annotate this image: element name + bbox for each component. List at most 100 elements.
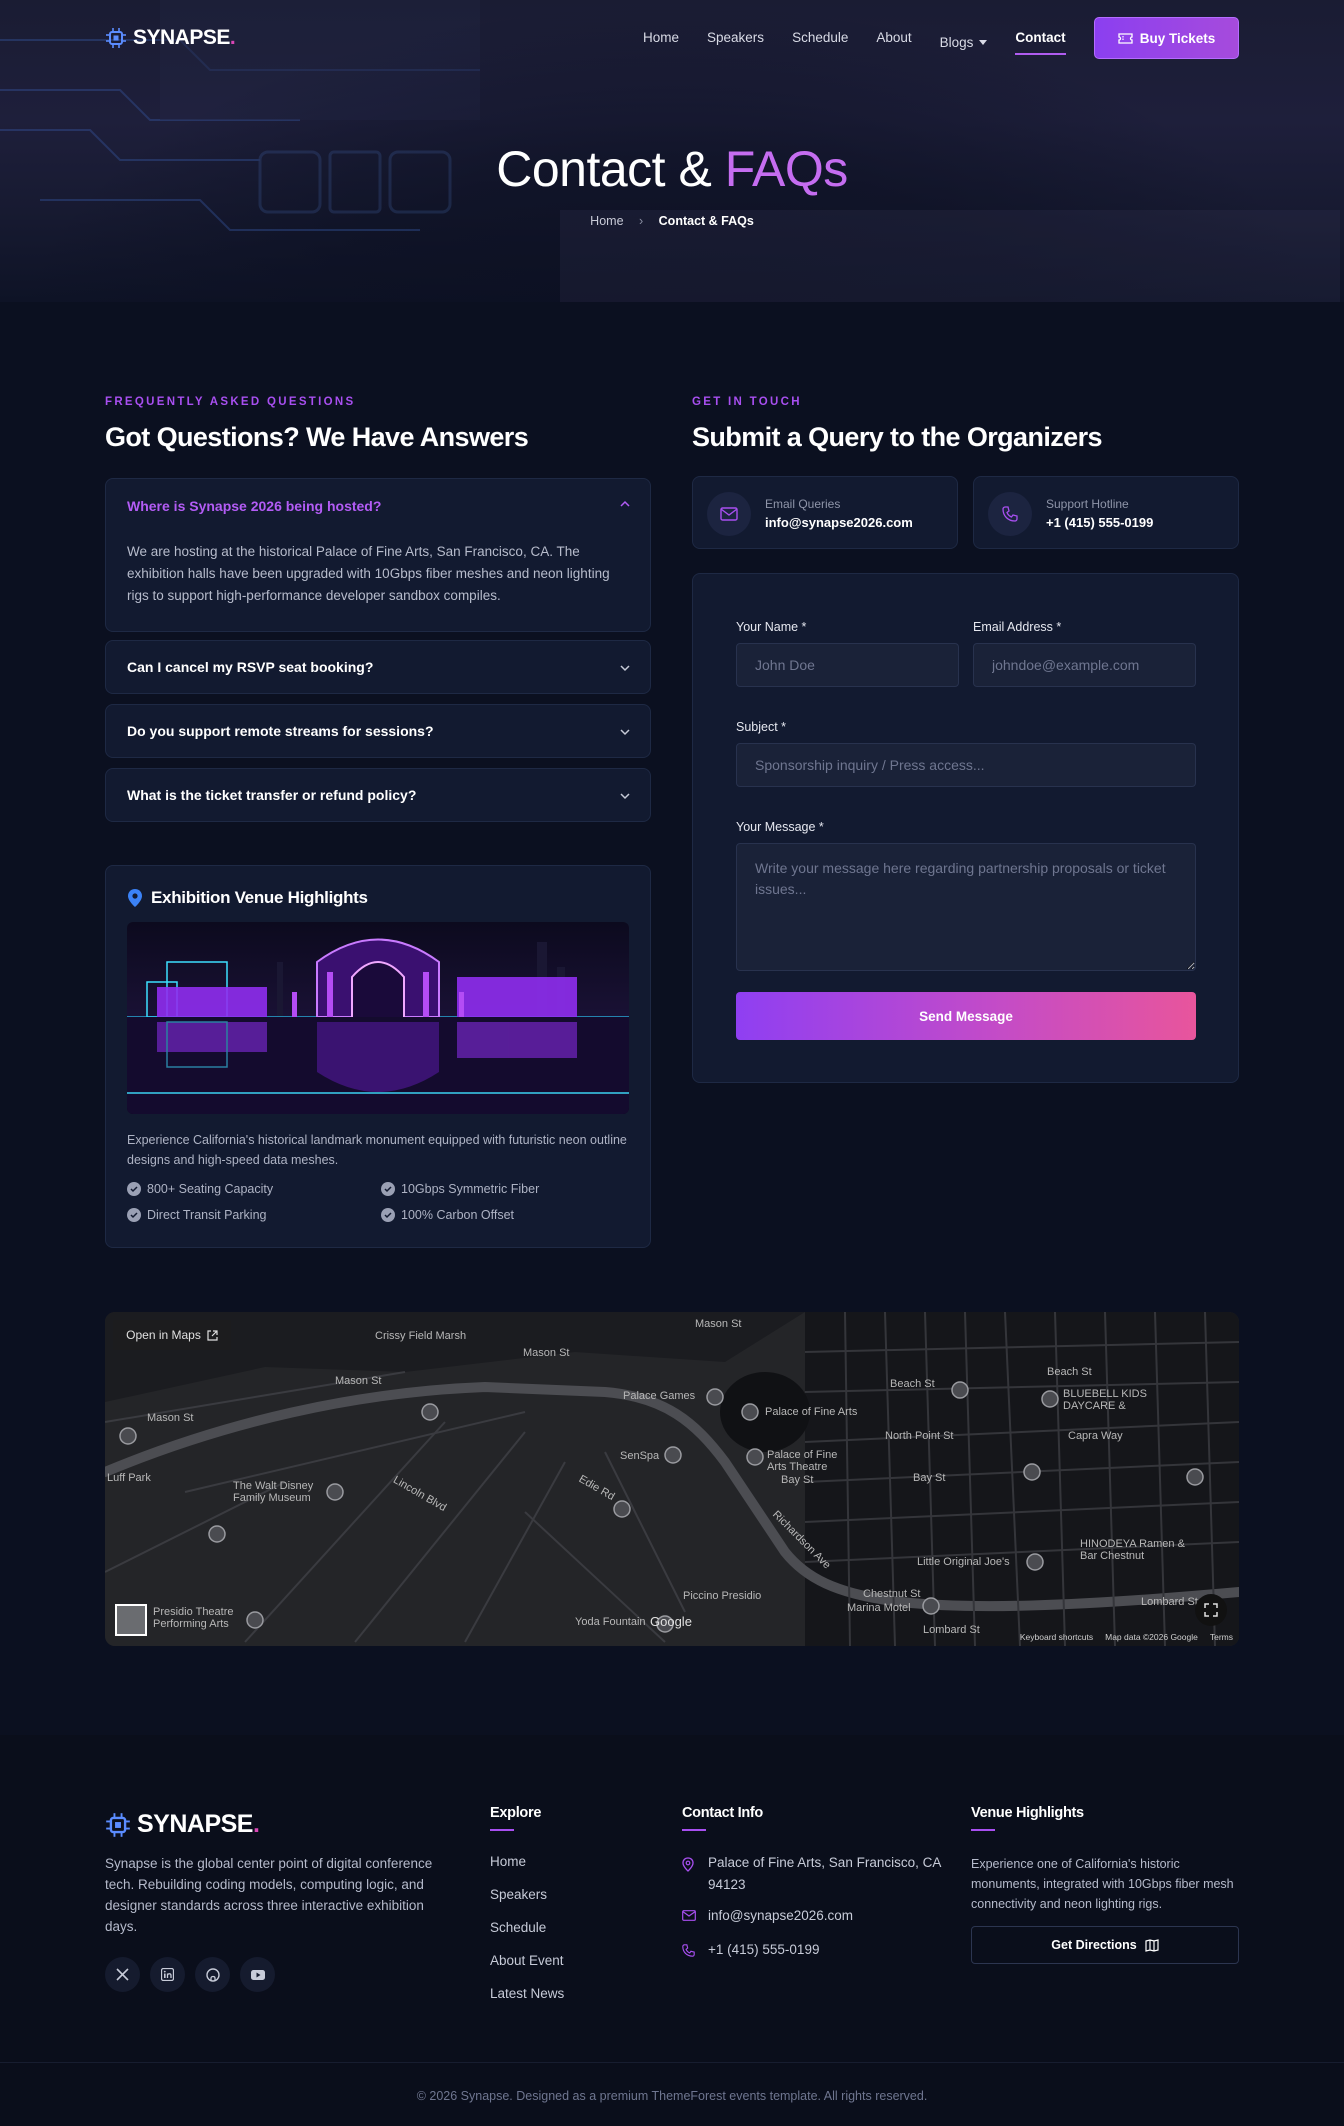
check-circle-icon xyxy=(127,1208,141,1222)
footer-venue-text: Experience one of California's historic … xyxy=(971,1857,1234,1911)
map-label: Palace Games xyxy=(623,1390,696,1402)
keyboard-shortcuts-link[interactable]: Keyboard shortcuts xyxy=(1020,1632,1093,1642)
faq-item-2[interactable]: Can I cancel my RSVP seat booking? xyxy=(105,640,651,694)
map-label: North Point St xyxy=(885,1430,954,1442)
venue-feature-label: Direct Transit Parking xyxy=(147,1208,267,1222)
check-circle-icon xyxy=(381,1182,395,1196)
phone-value: +1 (415) 555-0199 xyxy=(1046,515,1154,530)
chevron-up-icon[interactable] xyxy=(620,499,630,509)
footer-link-news[interactable]: Latest News xyxy=(490,1986,564,2001)
nav-blogs-label: Blogs xyxy=(939,35,974,50)
external-link-icon xyxy=(207,1329,218,1341)
venue-feature: Direct Transit Parking xyxy=(127,1208,266,1222)
check-circle-icon xyxy=(127,1182,141,1196)
footer-brand-dot: . xyxy=(252,1810,260,1838)
venue-feature: 800+ Seating Capacity xyxy=(127,1182,273,1196)
faq-item-4[interactable]: What is the ticket transfer or refund po… xyxy=(105,768,651,822)
venue-feature-label: 100% Carbon Offset xyxy=(401,1208,515,1222)
buy-tickets-button[interactable]: Buy Tickets xyxy=(1094,17,1239,59)
open-in-maps-button[interactable]: Open in Maps xyxy=(113,1320,231,1350)
nav-speakers[interactable]: Speakers xyxy=(707,30,764,55)
palace-fine-arts-illustration xyxy=(127,922,629,1114)
map-label: HINODEYA Ramen & Bar Chestnut xyxy=(1080,1538,1185,1562)
footer-link-about[interactable]: About Event xyxy=(490,1953,564,1968)
map-label: Mason St xyxy=(695,1318,742,1330)
footer-about: Synapse is the global center point of di… xyxy=(105,1856,433,1934)
chip-icon xyxy=(106,28,126,48)
map-label: Little Original Joe's xyxy=(917,1556,1010,1568)
breadcrumb-current: Contact & FAQs xyxy=(658,214,754,228)
venue-feature: 10Gbps Symmetric Fiber xyxy=(381,1182,539,1196)
x-icon[interactable] xyxy=(105,1957,140,1992)
venue-map[interactable]: Open in Maps Crissy Field Marsh Mason St… xyxy=(105,1312,1239,1646)
breadcrumb-separator-icon: › xyxy=(639,214,644,228)
map-label: Presidio Theatre Performing Arts xyxy=(153,1606,234,1630)
fullscreen-icon[interactable] xyxy=(1195,1594,1227,1626)
brand-name: SYNAPSE xyxy=(133,26,230,49)
map-canvas[interactable] xyxy=(105,1312,1239,1646)
footer-email[interactable]: info@synapse2026.com xyxy=(708,1905,853,1927)
copyright: © 2026 Synapse. Designed as a premium Th… xyxy=(416,2089,928,2103)
nav-blogs-dropdown[interactable]: Blogs xyxy=(940,30,988,55)
youtube-icon[interactable] xyxy=(240,1957,275,1992)
map-label: Mason St xyxy=(147,1412,194,1424)
get-directions-label: Get Directions xyxy=(1051,1938,1137,1952)
venue-image xyxy=(127,922,629,1114)
nav-contact[interactable]: Contact xyxy=(1015,30,1066,55)
footer-contact-title: Contact Info xyxy=(682,1805,763,1831)
email-input[interactable] xyxy=(973,643,1196,687)
map-label: Capra Way xyxy=(1068,1430,1123,1442)
map-label: BLUEBELL KIDS DAYCARE & xyxy=(1063,1388,1147,1412)
footer-logo[interactable]: SYNAPSE. xyxy=(105,1810,260,1839)
map-layer-thumbnail[interactable] xyxy=(115,1604,147,1636)
breadcrumb-home[interactable]: Home xyxy=(590,214,623,228)
page-title: Contact & FAQs xyxy=(0,140,1344,198)
map-label: The Walt Disney Family Museum xyxy=(233,1480,314,1504)
caret-down-icon xyxy=(979,40,988,45)
map-pin-icon xyxy=(682,1857,694,1872)
terms-link[interactable]: Terms xyxy=(1210,1632,1233,1642)
send-message-button[interactable]: Send Message xyxy=(736,992,1196,1040)
faq-item-3[interactable]: Do you support remote streams for sessio… xyxy=(105,704,651,758)
map-label: Piccino Presidio xyxy=(683,1590,762,1602)
contact-section: GET IN TOUCH Submit a Query to the Organ… xyxy=(692,396,1239,549)
brand-dot: . xyxy=(229,26,236,49)
venue-feature-label: 10Gbps Symmetric Fiber xyxy=(401,1182,540,1196)
google-logo: Google xyxy=(650,1614,692,1629)
footer-brand-name: SYNAPSE xyxy=(137,1810,253,1838)
faq-question-4: What is the ticket transfer or refund po… xyxy=(127,787,417,803)
map-fold-icon xyxy=(1145,1938,1159,1952)
footer-phone[interactable]: +1 (415) 555-0199 xyxy=(708,1939,819,1961)
subject-label: Subject * xyxy=(736,720,787,734)
nav-home[interactable]: Home xyxy=(643,30,679,55)
email-value: info@synapse2026.com xyxy=(765,515,913,530)
footer-link-home[interactable]: Home xyxy=(490,1854,526,1869)
name-input[interactable] xyxy=(736,643,959,687)
email-info-card[interactable]: Email Queries info@synapse2026.com xyxy=(692,476,958,549)
map-label: Beach St xyxy=(890,1378,935,1390)
footer-link-speakers[interactable]: Speakers xyxy=(490,1887,547,1902)
venue-feature: 100% Carbon Offset xyxy=(381,1208,514,1222)
map-label: Palace of Fine Arts Theatre xyxy=(767,1449,838,1473)
faq-question-3: Do you support remote streams for sessio… xyxy=(127,723,434,739)
site-footer: SYNAPSE. Synapse is the global center po… xyxy=(0,1735,1344,2126)
map-label: Lombard St xyxy=(1141,1596,1198,1608)
faq-question-1[interactable]: Where is Synapse 2026 being hosted? xyxy=(127,498,381,514)
nav-about[interactable]: About xyxy=(876,30,911,55)
nav-schedule[interactable]: Schedule xyxy=(792,30,848,55)
footer-link-schedule[interactable]: Schedule xyxy=(490,1920,546,1935)
message-textarea[interactable] xyxy=(736,843,1196,971)
github-icon[interactable] xyxy=(195,1957,230,1992)
subject-input[interactable] xyxy=(736,743,1196,787)
check-circle-icon xyxy=(381,1208,395,1222)
get-directions-button[interactable]: Get Directions xyxy=(971,1926,1239,1964)
venue-description: Experience California's historical landm… xyxy=(127,1133,627,1167)
map-label: Yoda Fountain xyxy=(575,1616,646,1628)
linkedin-icon[interactable] xyxy=(150,1957,185,1992)
message-label: Your Message * xyxy=(736,820,824,834)
phone-info-card[interactable]: Support Hotline +1 (415) 555-0199 xyxy=(973,476,1239,549)
faq-eyebrow: FREQUENTLY ASKED QUESTIONS xyxy=(105,396,356,408)
brand-logo[interactable]: SYNAPSE. xyxy=(105,26,236,50)
map-label: Mason St xyxy=(335,1375,382,1387)
map-label: Chestnut St xyxy=(863,1588,921,1600)
